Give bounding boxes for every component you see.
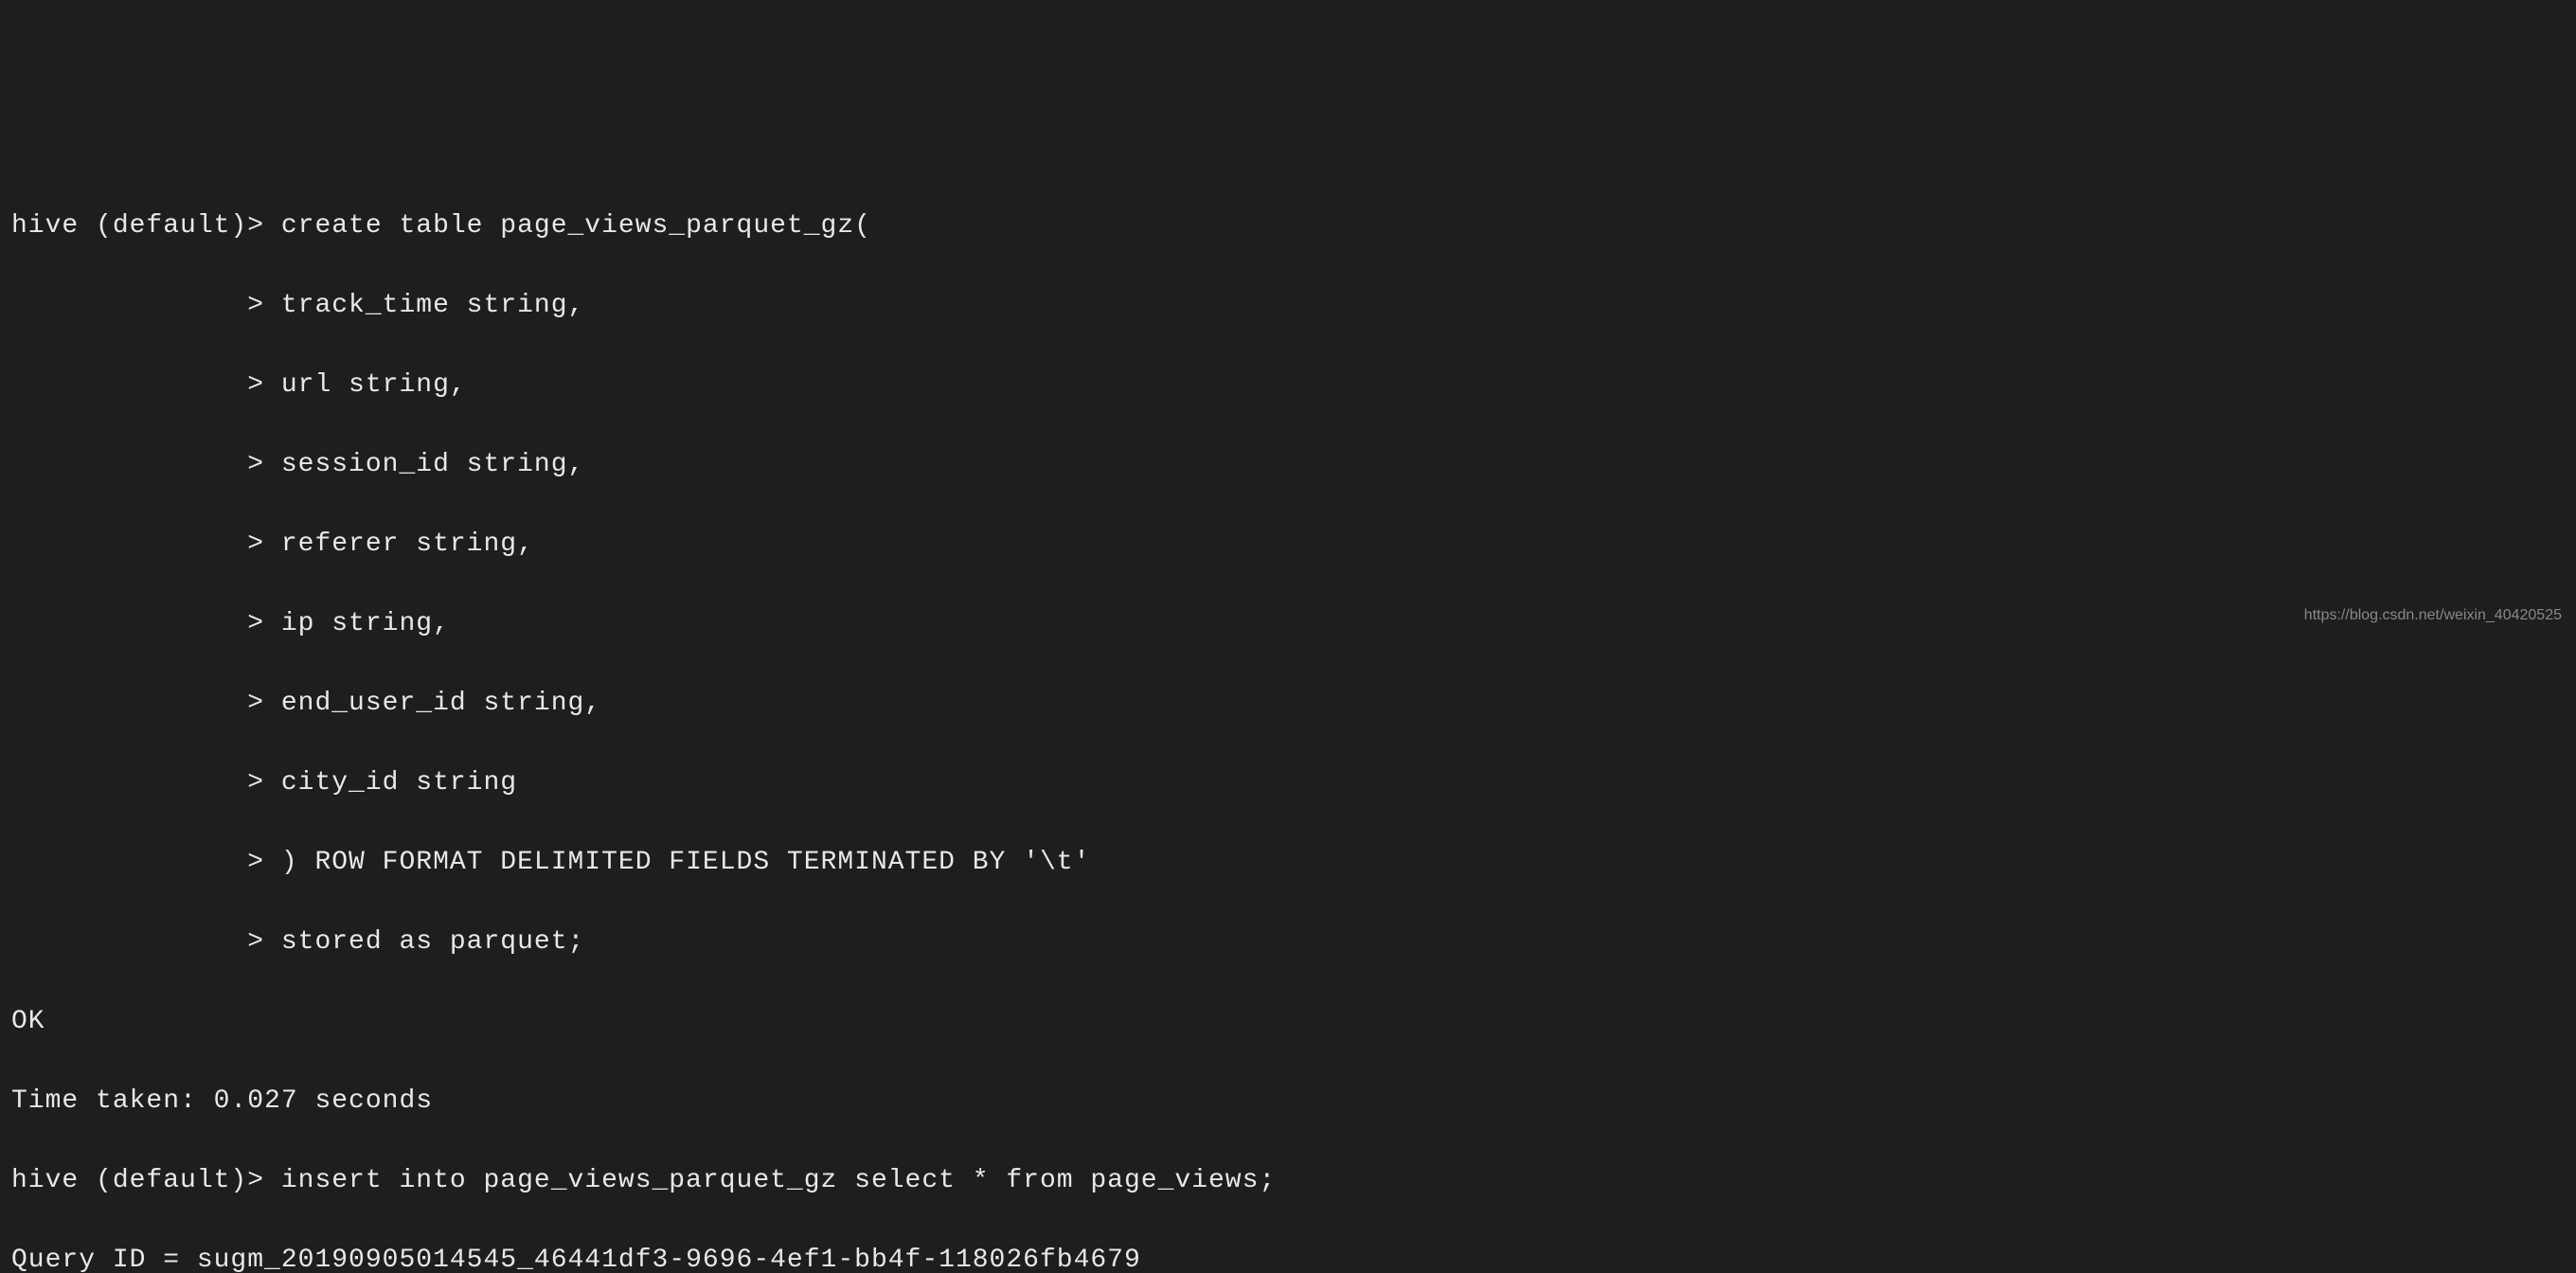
terminal-line: OK — [11, 1002, 2565, 1042]
terminal-line: Query ID = sugm_20190905014545_46441df3-… — [11, 1241, 2565, 1273]
terminal-line: > end_user_id string, — [11, 684, 2565, 724]
terminal-line: > referer string, — [11, 525, 2565, 565]
terminal-line: > ) ROW FORMAT DELIMITED FIELDS TERMINAT… — [11, 843, 2565, 883]
terminal-line: > city_id string — [11, 763, 2565, 803]
terminal-output[interactable]: hive (default)> create table page_views_… — [11, 167, 2565, 1273]
terminal-line: > url string, — [11, 366, 2565, 405]
watermark-text: https://blog.csdn.net/weixin_40420525 — [2304, 604, 2562, 627]
terminal-line: > track_time string, — [11, 286, 2565, 326]
terminal-line: > session_id string, — [11, 445, 2565, 485]
terminal-line: > ip string, — [11, 604, 2565, 644]
terminal-line: hive (default)> insert into page_views_p… — [11, 1161, 2565, 1201]
terminal-line: Time taken: 0.027 seconds — [11, 1082, 2565, 1121]
terminal-line: hive (default)> create table page_views_… — [11, 206, 2565, 246]
terminal-line: > stored as parquet; — [11, 923, 2565, 962]
